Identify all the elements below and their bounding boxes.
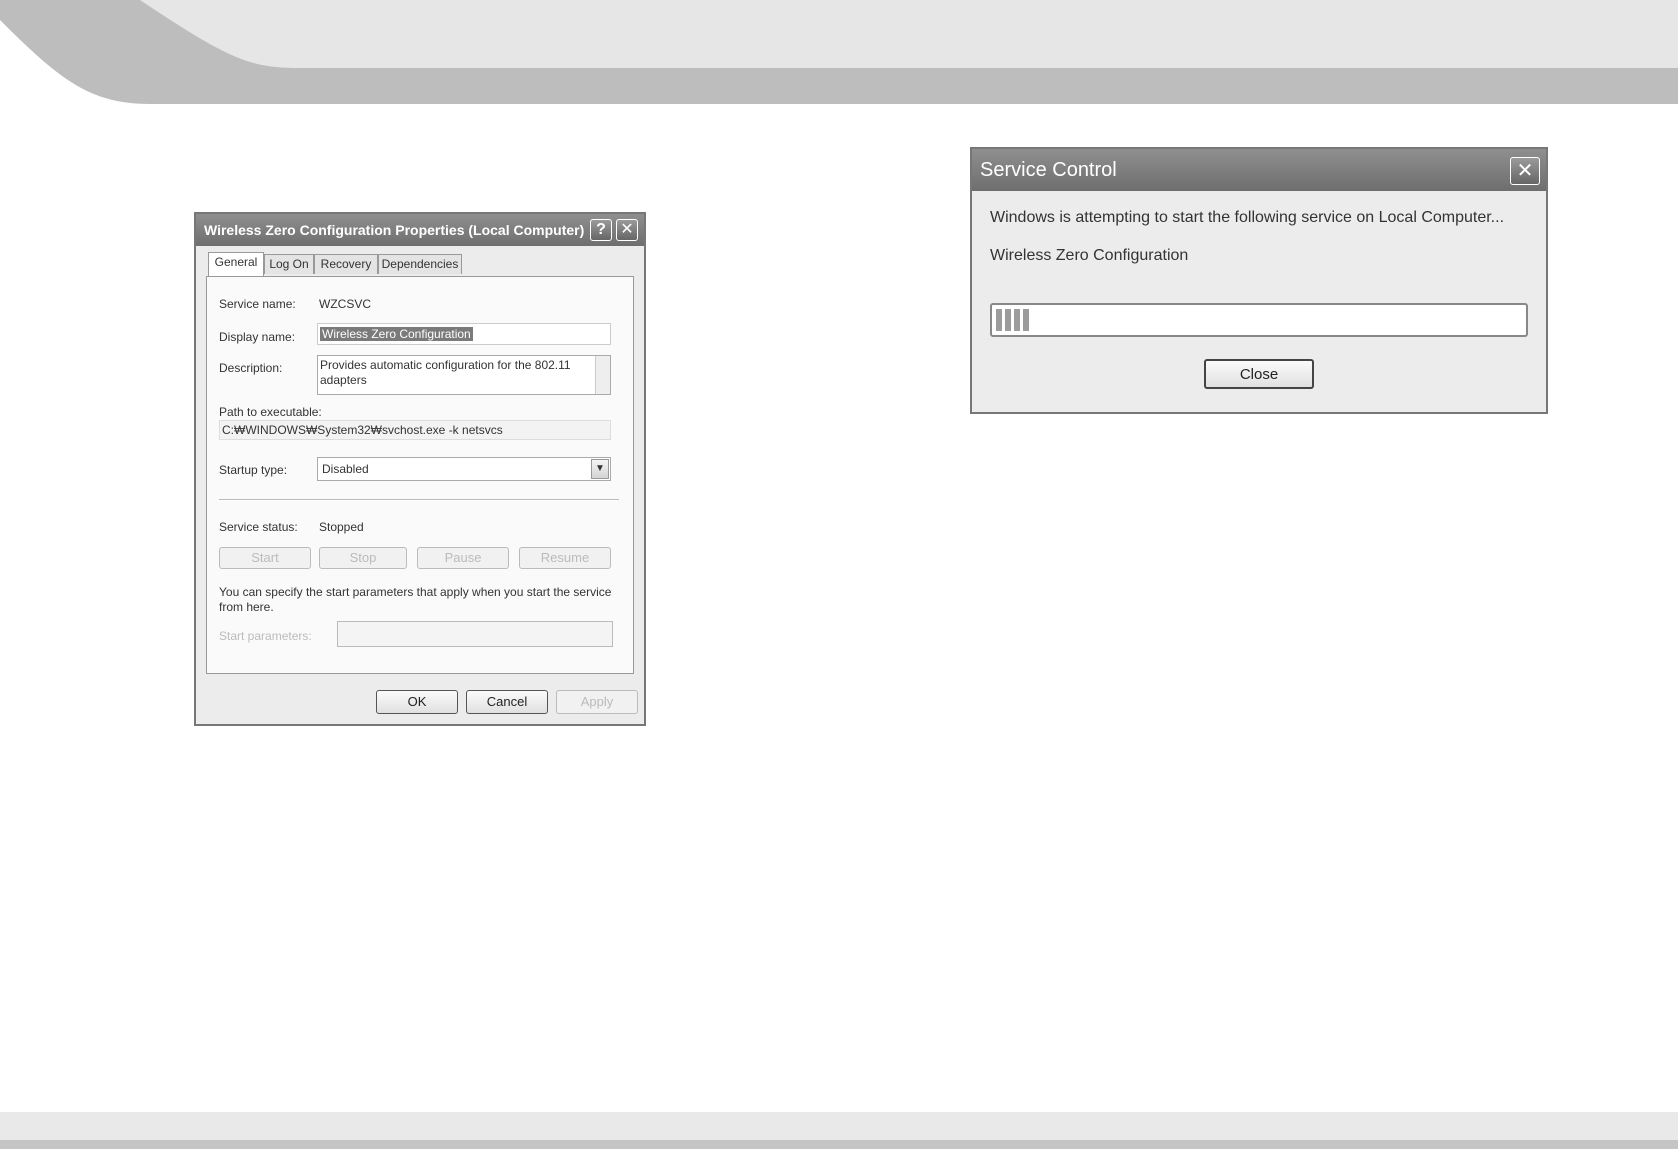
- service-name-label: Service name:: [219, 297, 296, 311]
- properties-title: Wireless Zero Configuration Properties (…: [204, 222, 585, 238]
- start-parameters-hint: You can specify the start parameters tha…: [219, 585, 612, 614]
- service-properties-dialog: Wireless Zero Configuration Properties (…: [194, 212, 646, 726]
- service-control-dialog: Service Control ✕ Windows is attempting …: [970, 147, 1548, 414]
- service-control-message: Windows is attempting to start the follo…: [990, 209, 1505, 226]
- progress-block: [1023, 309, 1029, 331]
- progress-block: [1005, 309, 1011, 331]
- progress-fill: [996, 309, 1029, 331]
- close-icon[interactable]: ✕: [1510, 157, 1540, 185]
- apply-button[interactable]: Apply: [556, 690, 638, 714]
- tab-dependencies[interactable]: Dependencies: [378, 254, 462, 274]
- description-scrollbar[interactable]: [595, 356, 610, 394]
- service-control-title: Service Control: [980, 159, 1117, 181]
- path-value: C:₩WINDOWS₩System32₩svchost.exe -k netsv…: [222, 423, 503, 437]
- path-field: C:₩WINDOWS₩System32₩svchost.exe -k netsv…: [219, 420, 611, 440]
- start-progress-bar: [990, 303, 1528, 337]
- path-label: Path to executable:: [219, 405, 322, 419]
- start-parameters-input[interactable]: [337, 621, 613, 647]
- properties-title-bar: Wireless Zero Configuration Properties (…: [196, 214, 644, 246]
- tab-log-on[interactable]: Log On: [264, 254, 314, 274]
- display-name-value: Wireless Zero Configuration: [320, 327, 473, 341]
- display-name-field[interactable]: Wireless Zero Configuration: [317, 323, 611, 345]
- close-button[interactable]: Close: [1204, 359, 1314, 389]
- service-control-service-name: Wireless Zero Configuration: [990, 247, 1189, 264]
- service-status-label: Service status:: [219, 520, 298, 534]
- tab-general[interactable]: General: [208, 252, 264, 276]
- page-footer-line: [0, 1140, 1678, 1149]
- startup-type-select[interactable]: Disabled ▼: [317, 457, 611, 481]
- close-icon[interactable]: ✕: [616, 219, 638, 241]
- resume-button[interactable]: Resume: [519, 547, 611, 569]
- page-header-band: [0, 0, 1678, 104]
- progress-block: [1014, 309, 1020, 331]
- ok-button[interactable]: OK: [376, 690, 458, 714]
- stop-button[interactable]: Stop: [319, 547, 407, 569]
- chevron-down-icon[interactable]: ▼: [591, 459, 609, 479]
- help-icon[interactable]: ?: [590, 219, 612, 241]
- description-label: Description:: [219, 361, 283, 375]
- service-name-value: WZCSVC: [319, 297, 371, 311]
- start-parameters-label: Start parameters:: [219, 629, 312, 643]
- service-status-value: Stopped: [319, 520, 364, 534]
- start-button[interactable]: Start: [219, 547, 311, 569]
- tab-recovery[interactable]: Recovery: [314, 254, 378, 274]
- startup-type-value: Disabled: [322, 462, 369, 476]
- description-value: Provides automatic configuration for the…: [320, 358, 571, 387]
- display-name-label: Display name:: [219, 330, 296, 344]
- separator: [219, 499, 619, 501]
- pause-button[interactable]: Pause: [417, 547, 509, 569]
- general-tab-panel: Service name: WZCSVC Display name: Wirel…: [206, 276, 634, 674]
- description-field[interactable]: Provides automatic configuration for the…: [317, 355, 611, 395]
- startup-type-label: Startup type:: [219, 463, 288, 477]
- progress-block: [996, 309, 1002, 331]
- cancel-button[interactable]: Cancel: [466, 690, 548, 714]
- service-control-title-bar: Service Control ✕: [972, 149, 1546, 191]
